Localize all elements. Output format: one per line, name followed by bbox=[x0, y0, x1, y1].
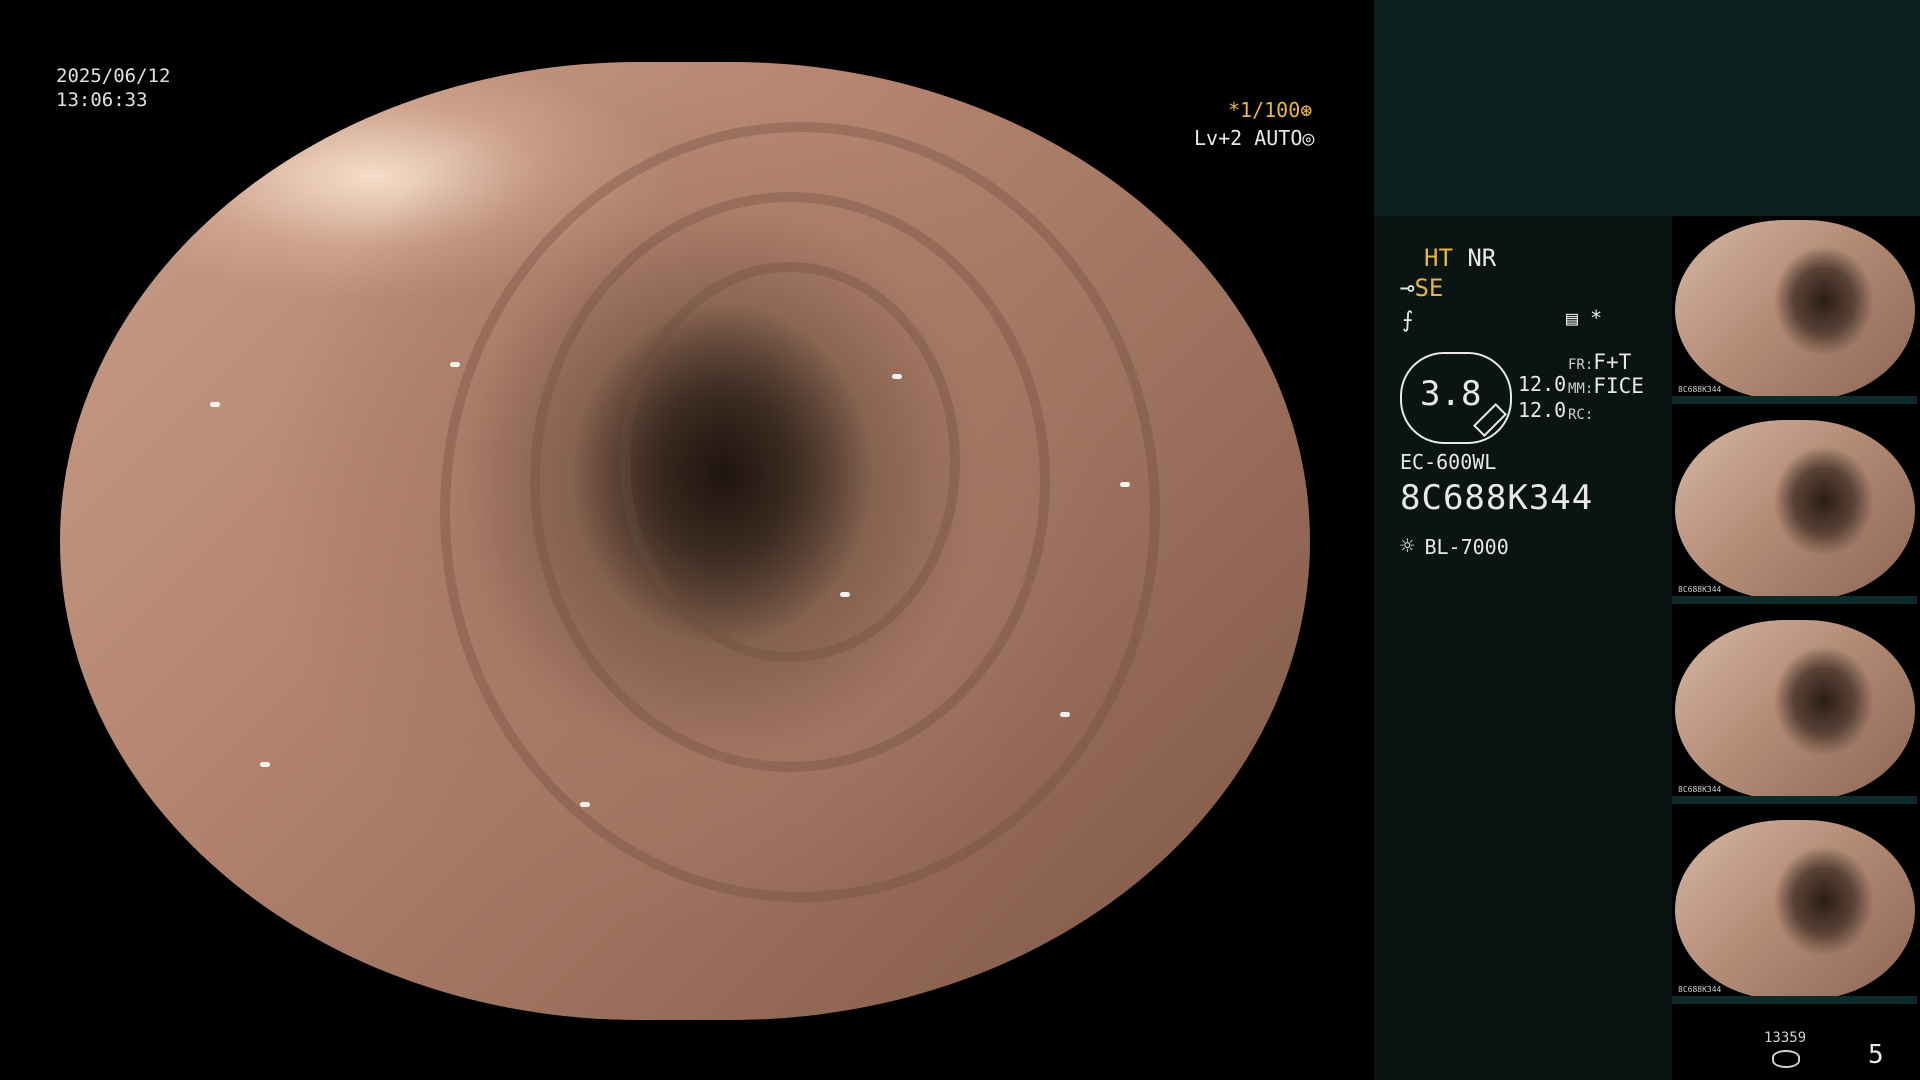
timestamp: 2025/06/12 13:06:33 bbox=[56, 64, 170, 112]
endoscope-live-view bbox=[60, 62, 1310, 1020]
specular-highlight bbox=[260, 762, 270, 767]
mucosal-fold bbox=[620, 262, 960, 662]
value-2: 12.0 bbox=[1518, 398, 1567, 422]
thumbnail-bar bbox=[1672, 996, 1917, 1004]
thumbnail-image bbox=[1675, 220, 1915, 400]
thumbnail-caption: 8C688K344 bbox=[1678, 985, 1722, 994]
specular-highlight bbox=[210, 402, 220, 407]
level-text: Lv+2 AUTO bbox=[1194, 126, 1303, 150]
magnification-value: 3.8 bbox=[1420, 374, 1482, 414]
se-mode: ⊸SE bbox=[1400, 274, 1443, 302]
fr-value: F+T bbox=[1593, 350, 1632, 374]
scope-model: EC-600WL bbox=[1400, 450, 1497, 474]
thumbnail-caption: 8C688K344 bbox=[1678, 385, 1722, 394]
thumbnail-caption: 8C688K344 bbox=[1678, 585, 1722, 594]
info-panel bbox=[1374, 216, 1672, 1080]
nr-mode: NR bbox=[1467, 244, 1497, 272]
thumbnail-image bbox=[1675, 420, 1915, 600]
mm-value: FICE bbox=[1593, 374, 1644, 398]
light-source: ☼ BL-7000 bbox=[1400, 532, 1509, 560]
se-text: SE bbox=[1414, 274, 1444, 302]
ht-mode: HT bbox=[1424, 244, 1453, 272]
rc-row: RC: bbox=[1568, 400, 1593, 424]
thumbnail-image bbox=[1675, 620, 1915, 800]
specular-highlight bbox=[892, 374, 902, 379]
page-number: 5 bbox=[1868, 1040, 1884, 1070]
thumbnail-bar bbox=[1672, 796, 1917, 804]
captured-thumbnail[interactable]: 8C688K344 bbox=[1672, 616, 1917, 804]
exposure-level: Lv+2 AUTO◎ bbox=[1194, 126, 1314, 150]
star-text: * bbox=[1590, 306, 1603, 330]
thumbnail-caption: 8C688K344 bbox=[1678, 785, 1722, 794]
fr-row: FR:F+T bbox=[1568, 350, 1631, 374]
date-text: 2025/06/12 bbox=[56, 65, 171, 87]
shutter-speed: *1/100⊛ bbox=[1228, 98, 1312, 122]
image-count: 13359 bbox=[1764, 1030, 1807, 1046]
rc-label: RC: bbox=[1568, 407, 1594, 423]
specular-highlight bbox=[450, 362, 460, 367]
specular-highlight bbox=[1120, 482, 1130, 487]
info-panel-top bbox=[1374, 0, 1920, 216]
captured-thumbnail[interactable]: 8C688K344 bbox=[1672, 416, 1917, 604]
thumbnail-bar bbox=[1672, 596, 1917, 604]
iris-icon: ◎ bbox=[1302, 126, 1315, 150]
thumbnail-image bbox=[1675, 820, 1915, 1000]
light-source-text: BL-7000 bbox=[1424, 535, 1509, 559]
menu-icon: ▤ bbox=[1566, 306, 1579, 330]
specular-highlight bbox=[1060, 712, 1070, 717]
sun-icon: ☼ bbox=[1400, 532, 1415, 560]
mm-row: MM:FICE bbox=[1568, 374, 1644, 398]
thumbnail-bar bbox=[1672, 396, 1917, 404]
value-1: 12.0 bbox=[1518, 372, 1567, 396]
shutter-text: *1/100 bbox=[1228, 98, 1301, 122]
fr-label: FR: bbox=[1568, 357, 1594, 373]
specular-highlight bbox=[840, 592, 850, 597]
status-icons: ▤ * bbox=[1566, 306, 1602, 330]
scope-serial: 8C688K344 bbox=[1400, 478, 1594, 518]
captured-thumbnail[interactable]: 8C688K344 bbox=[1672, 216, 1917, 404]
storage-icon bbox=[1772, 1050, 1800, 1068]
scope-icon: ⊸ bbox=[1400, 274, 1415, 302]
specular-highlight bbox=[580, 802, 590, 807]
captured-thumbnail[interactable]: 8C688K344 bbox=[1672, 816, 1917, 1004]
mm-label: MM: bbox=[1568, 381, 1594, 397]
filter-icon: ⨍ bbox=[1402, 308, 1414, 333]
enhancement-modes: HT NR bbox=[1424, 244, 1496, 272]
time-text: 13:06:33 bbox=[56, 89, 148, 111]
aperture-icon: ⊛ bbox=[1300, 98, 1313, 122]
